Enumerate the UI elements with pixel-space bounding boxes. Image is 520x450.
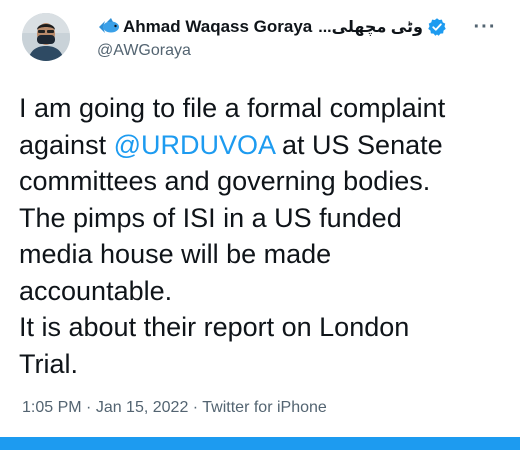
user-handle[interactable]: @AWGoraya — [97, 42, 457, 60]
tweet-source[interactable]: Twitter for iPhone — [202, 399, 327, 416]
tweet-text-segment: Trial. — [19, 348, 78, 379]
tweet-text: I am going to file a formal complaint aga… — [19, 90, 509, 382]
meta-separator: · — [81, 399, 96, 416]
display-name-urdu[interactable]: ...وٹی مچھلی — [318, 17, 423, 37]
name-row[interactable]: Ahmad Waqass Goraya ...وٹی مچھلی — [97, 14, 457, 40]
tweet-header: Ahmad Waqass Goraya ...وٹی مچھلی @AWGora… — [97, 14, 457, 60]
tweet-text-line: The pimps of ISI in a US funded — [19, 200, 509, 237]
avatar[interactable] — [22, 13, 70, 61]
tweet-time[interactable]: 1:05 PM — [22, 399, 82, 416]
tweet-text-segment: accountable. — [19, 275, 173, 306]
tweet-text-line: against @URDUVOA at US Senate — [19, 127, 509, 164]
verified-badge-icon — [427, 17, 447, 37]
tweet-text-segment: The pimps of ISI in a US funded — [19, 202, 402, 233]
tweet-text-line: It is about their report on London — [19, 309, 509, 346]
fish-icon — [97, 17, 121, 37]
tweet-text-segment: It is about their report on London — [19, 312, 410, 342]
avatar-image — [22, 13, 70, 61]
tweet-text-segment: committees and governing bodies. — [19, 166, 431, 196]
tweet-text-line: Trial. — [19, 346, 509, 383]
tweet-text-segment: at US Senate — [274, 129, 443, 160]
mention-link[interactable]: @URDUVOA — [114, 130, 275, 160]
tweet-text-line: media house will be made — [19, 236, 509, 273]
tweet-text-segment: against — [19, 129, 114, 160]
tweet-text-line: I am going to file a formal complaint — [19, 90, 509, 127]
tweet-text-segment: I am going to file a formal complaint — [19, 93, 446, 123]
bottom-accent-bar — [0, 437, 520, 450]
tweet-date[interactable]: Jan 15, 2022 — [96, 399, 189, 416]
display-name[interactable]: Ahmad Waqass Goraya — [123, 17, 312, 37]
tweet-card: Ahmad Waqass Goraya ...وٹی مچھلی @AWGora… — [0, 0, 520, 450]
tweet-meta: 1:05 PM · Jan 15, 2022 · Twitter for iPh… — [22, 399, 327, 417]
tweet-text-segment: media house will be made — [19, 239, 332, 269]
tweet-text-line: committees and governing bodies. — [19, 163, 509, 200]
meta-separator: · — [188, 399, 203, 416]
more-options-icon[interactable]: ··· — [470, 12, 500, 42]
tweet-text-line: accountable. — [19, 273, 509, 310]
